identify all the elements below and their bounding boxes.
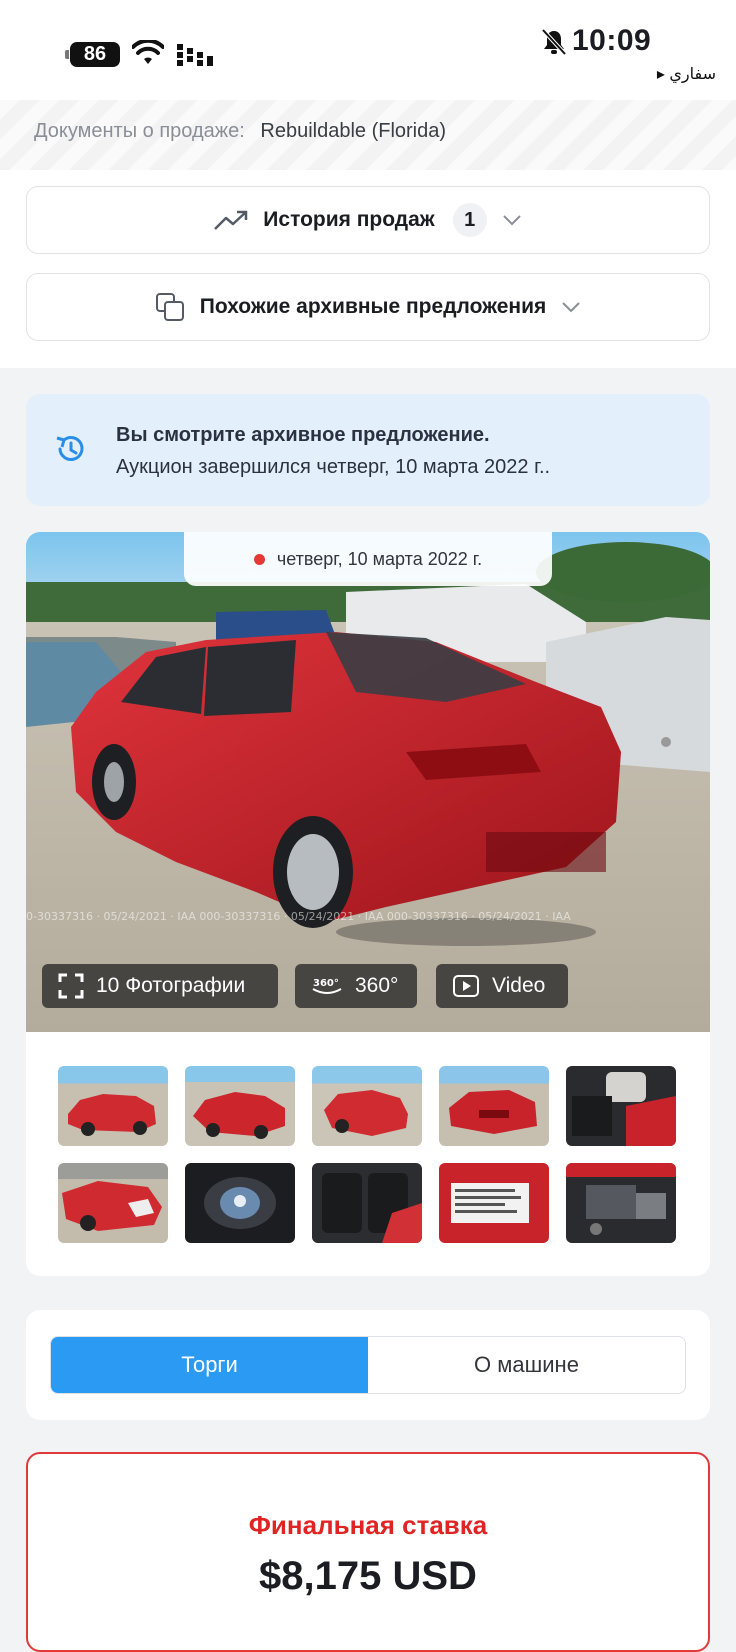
photo-gallery: 0-30337316 · 05/24/2021 · IAA 000-303373… xyxy=(26,532,710,1276)
auction-date-chip: четверг, 10 марта 2022 г. xyxy=(184,532,552,586)
thumbnail[interactable] xyxy=(439,1066,549,1146)
photos-button-label: 10 Фотографии xyxy=(96,974,246,997)
silent-bell-icon xyxy=(541,28,567,56)
thumbnail[interactable] xyxy=(312,1163,422,1243)
thumbnail[interactable] xyxy=(439,1163,549,1243)
main-car-photo[interactable]: 0-30337316 · 05/24/2021 · IAA 000-303373… xyxy=(26,532,710,1032)
similar-archived-label: Похожие архивные предложения xyxy=(199,295,547,318)
sale-documents-value: Rebuildable (Florida) xyxy=(260,120,447,142)
thumbnail[interactable] xyxy=(58,1066,168,1146)
expand-icon xyxy=(58,973,84,999)
thumbnail[interactable] xyxy=(185,1163,295,1243)
photos-button[interactable]: 10 Фотографии xyxy=(42,964,278,1008)
tabs-card: Торги О машине xyxy=(26,1310,710,1420)
thumbnail-grid xyxy=(58,1066,678,1243)
video-button[interactable]: Video xyxy=(436,964,568,1008)
sales-history-label: История продаж xyxy=(263,208,435,231)
clock: 10:09 xyxy=(572,24,652,57)
video-button-label: Video xyxy=(492,974,546,997)
tab-about-car[interactable]: О машине xyxy=(368,1337,685,1393)
wifi-icon xyxy=(132,40,164,64)
view-360-label: 360° xyxy=(355,974,399,997)
play-icon xyxy=(453,975,479,997)
trend-up-icon xyxy=(214,210,248,230)
rotate-360-icon: 360° xyxy=(312,978,342,994)
sale-documents: Документы о продаже: Rebuildable (Florid… xyxy=(0,100,736,170)
sales-history-accordion[interactable]: История продаж 1 xyxy=(26,186,710,254)
back-to-app-link[interactable]: سفاري ▸ xyxy=(657,64,716,84)
similar-archived-accordion[interactable]: Похожие архивные предложения xyxy=(26,273,710,341)
final-bid-title: Финальная ставка xyxy=(248,1510,488,1540)
battery-icon: 86 xyxy=(65,42,120,67)
final-bid-card: Финальная ставка $8,175 USD xyxy=(26,1452,710,1652)
copy-icon xyxy=(155,293,184,321)
thumbnail[interactable] xyxy=(566,1066,676,1146)
segmented-tabs: Торги О машине xyxy=(50,1336,686,1394)
archive-notice: Вы смотрите архивное предложение. Аукцио… xyxy=(26,394,710,506)
final-bid-amount: $8,175 USD xyxy=(259,1554,477,1598)
chevron-down-icon xyxy=(562,302,580,313)
cell-signal-icon xyxy=(177,44,213,66)
red-dot-icon xyxy=(253,553,265,565)
archive-notice-title: Вы смотрите архивное предложение. xyxy=(116,424,490,446)
auction-date: четверг, 10 марта 2022 г. xyxy=(276,548,483,569)
archive-notice-subtitle: Аукцион завершился четверг, 10 марта 202… xyxy=(116,456,551,478)
thumbnail[interactable] xyxy=(566,1163,676,1243)
car-photo-illustration: 0-30337316 · 05/24/2021 · IAA 000-303373… xyxy=(26,532,710,1032)
thumbnail[interactable] xyxy=(58,1163,168,1243)
chevron-down-icon xyxy=(502,215,521,226)
thumbnail[interactable] xyxy=(185,1066,295,1146)
tab-bidding[interactable]: Торги xyxy=(51,1337,368,1393)
status-bar: 86 10:09 سفاري ▸ xyxy=(0,0,736,100)
sales-history-count: 1 xyxy=(452,203,487,237)
icon-360-text: 360° xyxy=(313,978,339,989)
svg-text:0-30337316 · 05/24/2021 · IAA: 0-30337316 · 05/24/2021 · IAA 000-303373… xyxy=(26,910,571,923)
view-360-button[interactable]: 360° 360° xyxy=(295,964,417,1008)
history-icon xyxy=(56,436,84,461)
thumbnail[interactable] xyxy=(312,1066,422,1146)
sale-documents-label: Документы о продаже: xyxy=(34,120,245,142)
